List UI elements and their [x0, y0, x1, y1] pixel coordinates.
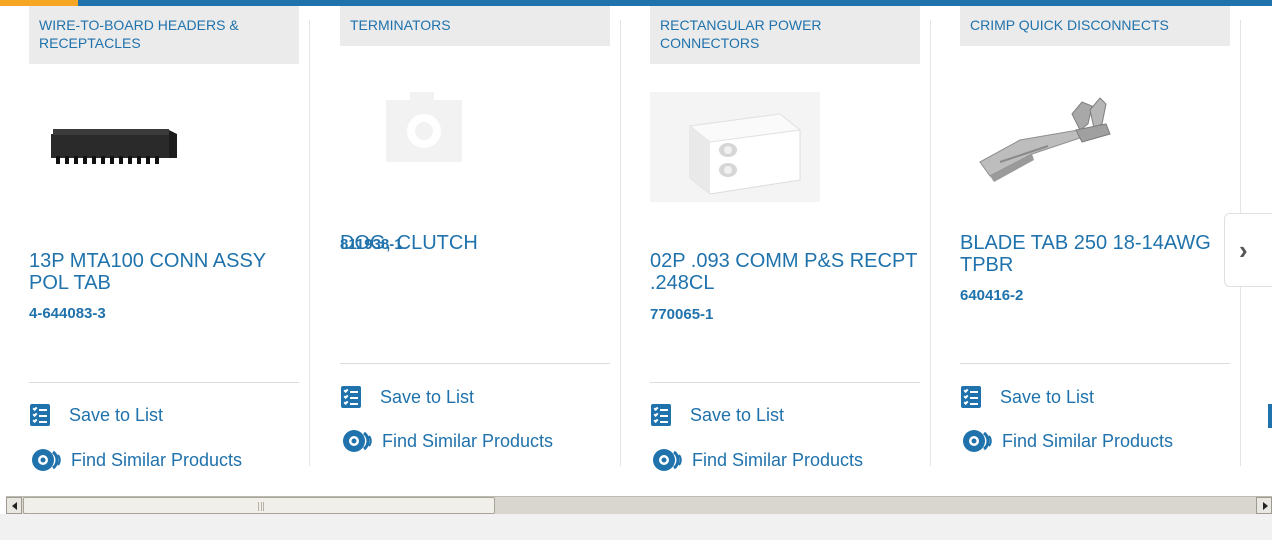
save-to-list-label: Save to List: [1000, 386, 1095, 407]
arrow-right-icon: [1263, 502, 1268, 510]
product-image-placeholder[interactable]: [340, 84, 530, 202]
find-similar-products-button[interactable]: Find Similar Products: [650, 449, 863, 471]
find-similar-products-button[interactable]: Find Similar Products: [340, 430, 553, 452]
next-card-edge: [1268, 404, 1272, 428]
save-to-list-button[interactable]: Save to List: [650, 404, 784, 426]
product-category[interactable]: TERMINATORS: [340, 6, 610, 46]
save-to-list-button[interactable]: Save to List: [29, 404, 163, 426]
carousel-next-button[interactable]: ›: [1224, 213, 1272, 287]
product-card: CRIMP QUICK DISCONNECTS BLADE TAB 250 18…: [931, 6, 1241, 484]
product-title[interactable]: 13P MTA100 CONN ASSY POL TAB: [29, 250, 299, 294]
save-to-list-button[interactable]: Save to List: [960, 386, 1094, 408]
product-category[interactable]: RECTANGULAR POWER CONNECTORS: [650, 6, 920, 64]
part-number[interactable]: 4-644083-3: [29, 305, 106, 322]
save-to-list-label: Save to List: [690, 404, 785, 425]
similar-products-icon: [650, 449, 686, 471]
divider: [29, 382, 299, 383]
divider: [960, 363, 1230, 364]
find-similar-products-label: Find Similar Products: [1002, 430, 1174, 451]
find-similar-products-label: Find Similar Products: [382, 430, 554, 451]
part-number[interactable]: 770065-1: [650, 306, 713, 323]
product-card: WIRE-TO-BOARD HEADERS & RECEPTACLES 13P …: [0, 6, 310, 484]
product-image[interactable]: [960, 84, 1150, 202]
divider: [650, 382, 920, 383]
save-to-list-label: Save to List: [380, 386, 475, 407]
checklist-icon: [650, 404, 672, 426]
checklist-icon: [340, 386, 362, 408]
product-title[interactable]: BLADE TAB 250 18-14AWG TPBR: [960, 232, 1230, 276]
part-number[interactable]: 811938-1: [340, 236, 403, 253]
product-card: RECTANGULAR POWER CONNECTORS 02P .093 CO…: [621, 6, 931, 484]
divider: [340, 363, 610, 364]
similar-products-icon: [340, 430, 376, 452]
find-similar-products-label: Find Similar Products: [71, 449, 243, 470]
similar-products-icon: [960, 430, 996, 452]
save-to-list-button[interactable]: Save to List: [340, 386, 474, 408]
scrollbar-thumb[interactable]: [23, 497, 495, 514]
scroll-left-button[interactable]: [6, 497, 22, 514]
part-number[interactable]: 640416-2: [960, 287, 1023, 304]
scroll-right-button[interactable]: [1256, 497, 1272, 514]
product-category[interactable]: CRIMP QUICK DISCONNECTS: [960, 6, 1230, 46]
checklist-icon: [960, 386, 982, 408]
horizontal-scrollbar[interactable]: [6, 496, 1272, 514]
product-title[interactable]: 02P .093 COMM P&S RECPT .248CL: [650, 250, 920, 294]
similar-products-icon: [29, 449, 65, 471]
card-divider: [309, 20, 310, 466]
find-similar-products-label: Find Similar Products: [692, 449, 864, 470]
product-card: TERMINATORS DOG, CLUTCH 811938-1 Save to…: [311, 6, 621, 484]
find-similar-products-button[interactable]: Find Similar Products: [29, 449, 242, 471]
find-similar-products-button[interactable]: Find Similar Products: [960, 430, 1173, 452]
grip-icon: [258, 502, 264, 511]
product-category[interactable]: WIRE-TO-BOARD HEADERS & RECEPTACLES: [29, 6, 299, 64]
product-image[interactable]: [29, 84, 219, 202]
checklist-icon: [29, 404, 51, 426]
page-footer-area: [0, 514, 1272, 540]
product-carousel: WIRE-TO-BOARD HEADERS & RECEPTACLES 13P …: [0, 6, 1272, 490]
product-image[interactable]: [650, 84, 840, 202]
chevron-right-icon: ›: [1239, 234, 1248, 265]
save-to-list-label: Save to List: [69, 404, 164, 425]
arrow-left-icon: [12, 502, 17, 510]
